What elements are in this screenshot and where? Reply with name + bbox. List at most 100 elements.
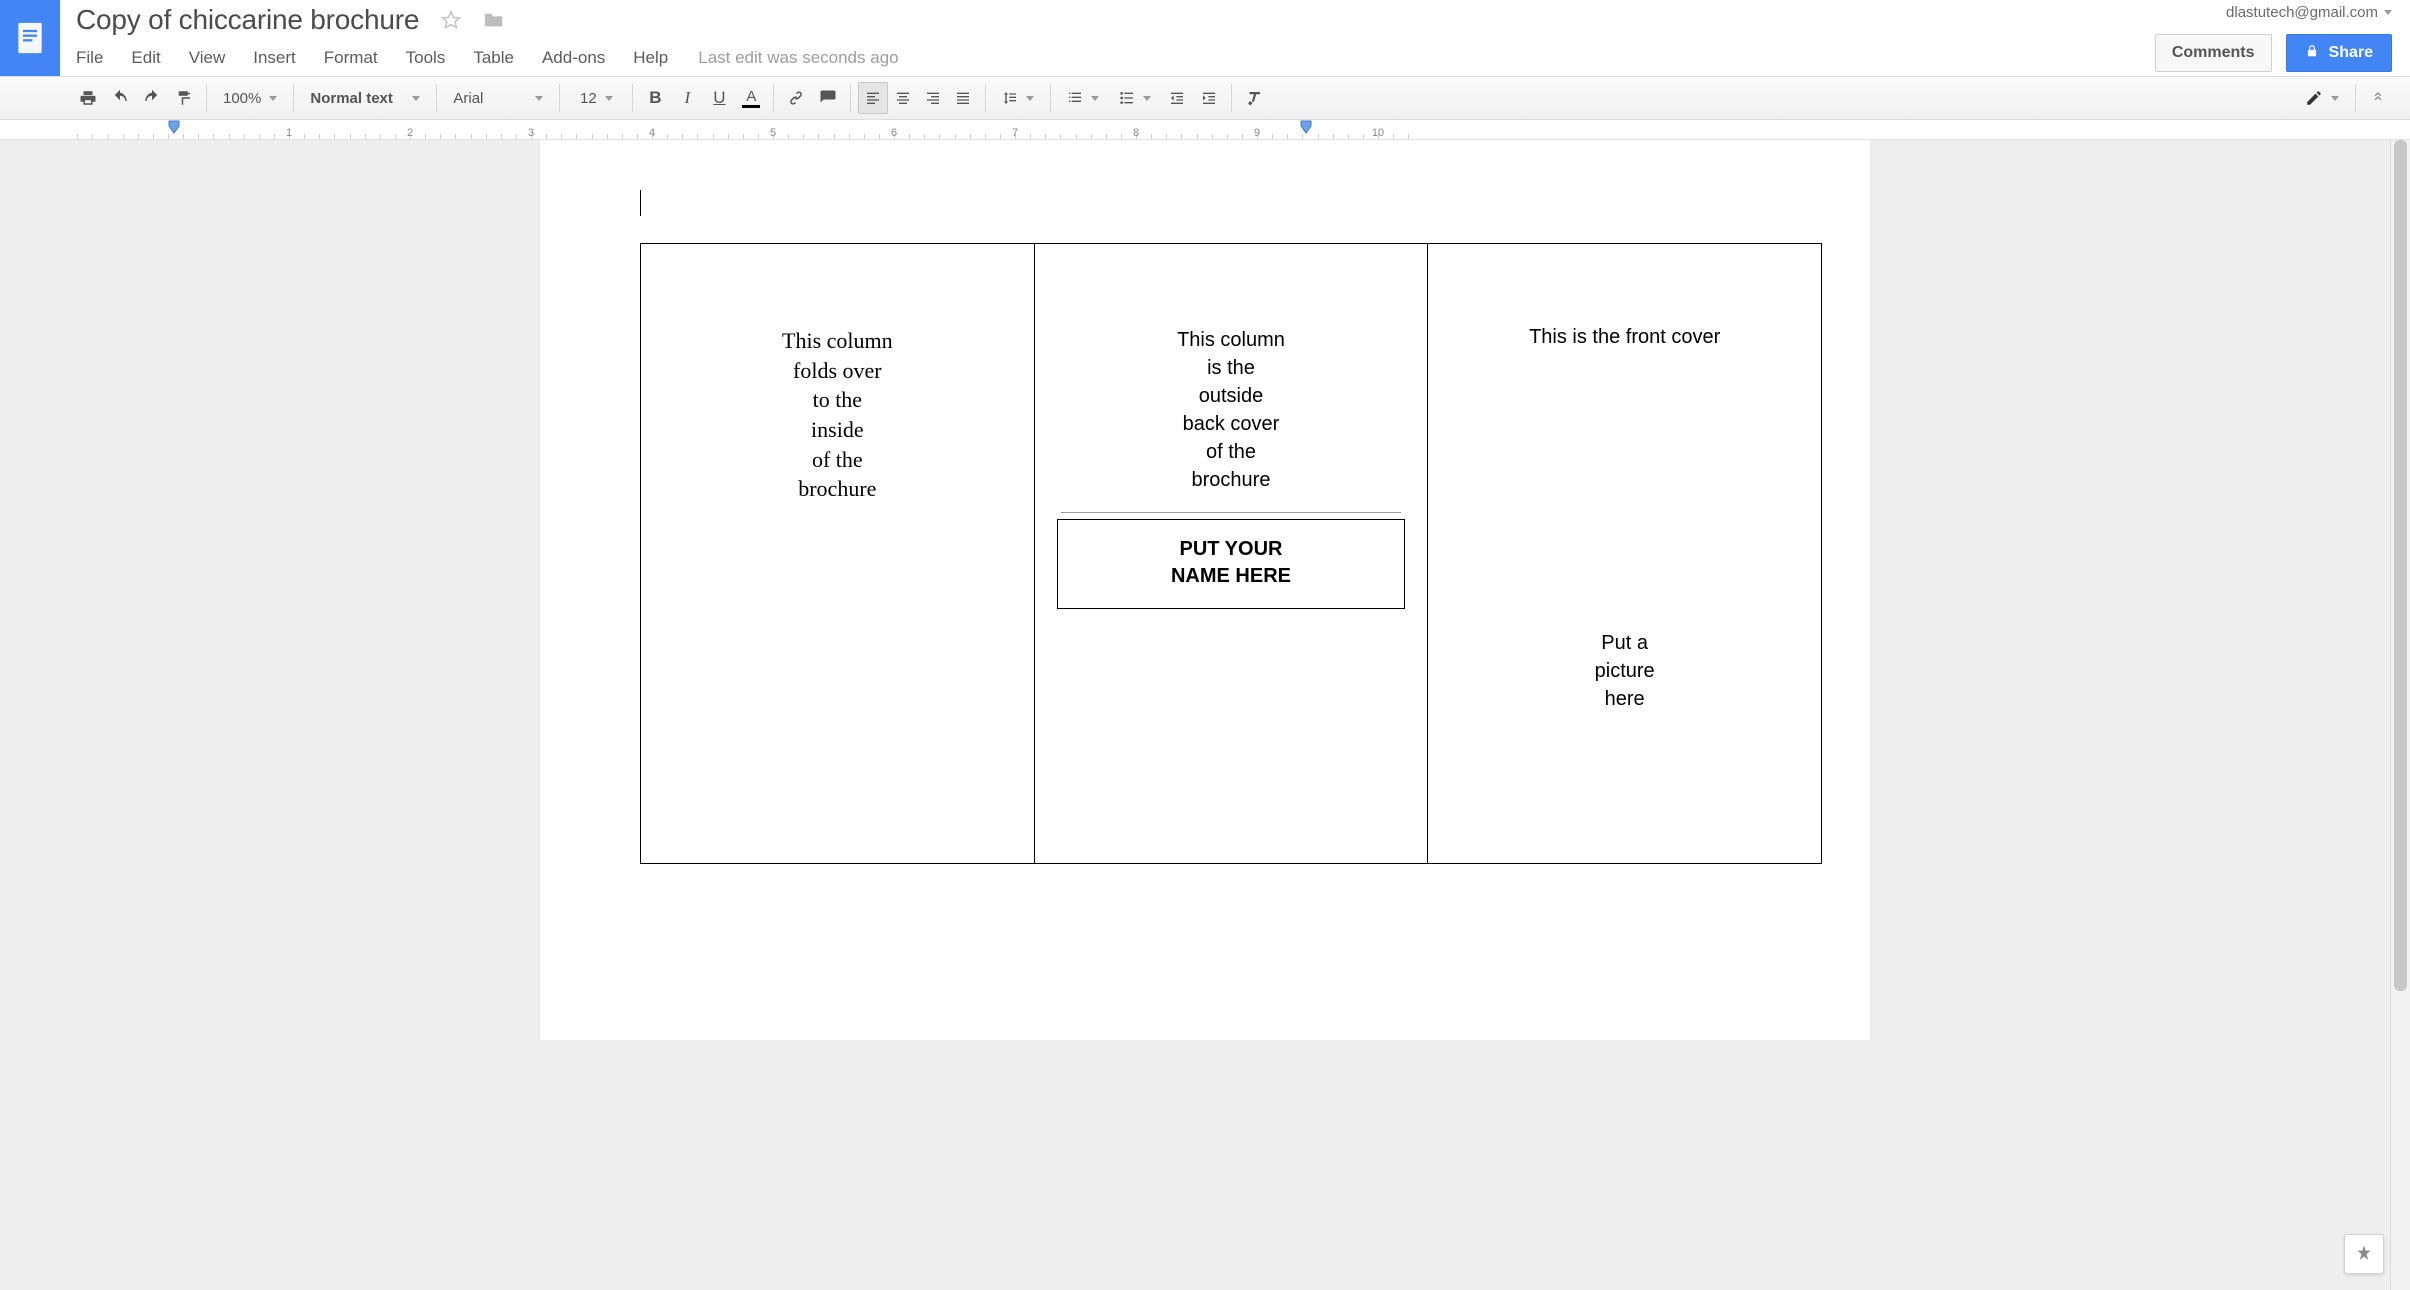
menu-format[interactable]: Format bbox=[310, 42, 392, 74]
decrease-indent-button[interactable] bbox=[1161, 82, 1193, 114]
redo-button[interactable] bbox=[136, 82, 168, 114]
column-2-text[interactable]: This columnis theoutsideback coverof the… bbox=[1055, 326, 1408, 494]
menu-file[interactable]: File bbox=[76, 42, 117, 74]
underline-button[interactable]: U bbox=[703, 82, 735, 114]
ruler-tick bbox=[365, 134, 366, 139]
ruler-tick bbox=[92, 134, 93, 139]
ruler-tick bbox=[77, 134, 78, 139]
text-cursor bbox=[640, 190, 641, 216]
undo-button[interactable] bbox=[104, 82, 136, 114]
picture-placeholder-text[interactable]: Put apicturehere bbox=[1448, 629, 1801, 713]
ruler-tick bbox=[546, 134, 547, 139]
ruler-tick bbox=[985, 134, 986, 139]
comments-button[interactable]: Comments bbox=[2155, 34, 2272, 72]
ruler-tick bbox=[1212, 134, 1213, 139]
ruler-tick bbox=[168, 134, 169, 139]
column-3-heading[interactable]: This is the front cover bbox=[1448, 326, 1801, 349]
ruler-tick bbox=[561, 134, 562, 139]
ruler-tick bbox=[879, 134, 880, 139]
menu-insert[interactable]: Insert bbox=[239, 42, 310, 74]
name-placeholder-box[interactable]: PUT YOURNAME HERE bbox=[1057, 519, 1406, 609]
document-page[interactable]: This columnfolds overto theinsideof theb… bbox=[540, 140, 1870, 1040]
folder-icon[interactable] bbox=[483, 10, 505, 30]
ruler-tick bbox=[1393, 134, 1394, 139]
italic-button[interactable]: I bbox=[671, 82, 703, 114]
ruler-tick bbox=[350, 134, 351, 139]
paint-format-button[interactable] bbox=[168, 82, 200, 114]
menu-table[interactable]: Table bbox=[459, 42, 528, 74]
ruler-tick bbox=[818, 134, 819, 139]
paragraph-style-dropdown[interactable]: Normal text bbox=[300, 82, 430, 114]
ruler-tick bbox=[728, 134, 729, 139]
align-center-button[interactable] bbox=[888, 82, 918, 114]
caret-down-icon bbox=[1091, 96, 1099, 101]
star-icon[interactable] bbox=[441, 10, 461, 30]
align-right-button[interactable] bbox=[918, 82, 948, 114]
left-indent-marker[interactable] bbox=[168, 120, 180, 139]
account-menu[interactable]: dlastutech@gmail.com bbox=[2226, 4, 2392, 21]
bold-button[interactable]: B bbox=[639, 82, 671, 114]
menu-help[interactable]: Help bbox=[619, 42, 682, 74]
brochure-column-1[interactable]: This columnfolds overto theinsideof theb… bbox=[641, 244, 1035, 864]
numbered-list-button[interactable] bbox=[1057, 82, 1109, 114]
ruler-tick bbox=[153, 134, 154, 139]
scrollbar-thumb[interactable] bbox=[2394, 140, 2407, 991]
google-docs-logo[interactable] bbox=[0, 0, 60, 76]
ruler-tick bbox=[1242, 134, 1243, 139]
ruler-tick bbox=[1045, 134, 1046, 139]
explore-button[interactable] bbox=[2344, 1234, 2384, 1274]
font-family-dropdown[interactable]: Arial bbox=[443, 82, 553, 114]
brochure-column-2[interactable]: This columnis theoutsideback coverof the… bbox=[1034, 244, 1428, 864]
bulleted-list-button[interactable] bbox=[1109, 82, 1161, 114]
ruler-tick bbox=[1166, 134, 1167, 139]
caret-down-icon bbox=[2384, 10, 2392, 15]
ruler-tick bbox=[909, 134, 910, 139]
menu-view[interactable]: View bbox=[175, 42, 240, 74]
horizontal-ruler[interactable]: 12345678910 bbox=[0, 120, 2410, 140]
zoom-dropdown[interactable]: 100% bbox=[213, 82, 287, 114]
ruler-tick bbox=[213, 134, 214, 139]
ruler-tick bbox=[1091, 134, 1092, 139]
brochure-table[interactable]: This columnfolds overto theinsideof theb… bbox=[640, 243, 1822, 864]
ruler-tick bbox=[924, 134, 925, 139]
caret-down-icon bbox=[2331, 96, 2339, 101]
clear-formatting-button[interactable] bbox=[1238, 82, 1270, 114]
share-button[interactable]: Share bbox=[2286, 34, 2392, 72]
ruler-number: 8 bbox=[1133, 127, 1139, 139]
ruler-number: 4 bbox=[649, 127, 655, 139]
menu-addons[interactable]: Add-ons bbox=[528, 42, 619, 74]
ruler-tick bbox=[229, 134, 230, 139]
insert-link-button[interactable] bbox=[780, 82, 812, 114]
line-spacing-button[interactable] bbox=[992, 82, 1044, 114]
increase-indent-button[interactable] bbox=[1193, 82, 1225, 114]
add-comment-button[interactable] bbox=[812, 82, 844, 114]
document-title[interactable]: Copy of chiccarine brochure bbox=[76, 4, 419, 36]
ruler-tick bbox=[1000, 134, 1001, 139]
text-color-button[interactable]: A bbox=[735, 82, 767, 114]
share-button-label: Share bbox=[2329, 44, 2373, 62]
brochure-column-3[interactable]: This is the front cover Put apicturehere bbox=[1428, 244, 1822, 864]
ruler-tick bbox=[1106, 134, 1107, 139]
lock-icon bbox=[2305, 44, 2319, 63]
collapse-toolbar-button[interactable] bbox=[2362, 82, 2394, 114]
caret-down-icon bbox=[605, 96, 613, 101]
editing-mode-button[interactable] bbox=[2295, 82, 2349, 114]
ruler-tick bbox=[440, 134, 441, 139]
ruler-tick bbox=[455, 134, 456, 139]
menu-edit[interactable]: Edit bbox=[117, 42, 174, 74]
ruler-number: 10 bbox=[1372, 127, 1384, 139]
align-left-button[interactable] bbox=[858, 82, 888, 114]
document-viewport[interactable]: This columnfolds overto theinsideof theb… bbox=[0, 140, 2410, 1290]
column-1-text[interactable]: This columnfolds overto theinsideof theb… bbox=[661, 326, 1014, 504]
align-justify-button[interactable] bbox=[948, 82, 978, 114]
vertical-scrollbar[interactable] bbox=[2390, 140, 2410, 1290]
font-size-dropdown[interactable]: 12 bbox=[566, 82, 626, 114]
ruler-number: 6 bbox=[891, 127, 897, 139]
menu-tools[interactable]: Tools bbox=[392, 42, 460, 74]
ruler-tick bbox=[123, 134, 124, 139]
ruler-tick bbox=[667, 134, 668, 139]
last-edit-label[interactable]: Last edit was seconds ago bbox=[698, 48, 898, 68]
print-button[interactable] bbox=[72, 82, 104, 114]
ruler-tick bbox=[713, 134, 714, 139]
ruler-tick bbox=[244, 134, 245, 139]
